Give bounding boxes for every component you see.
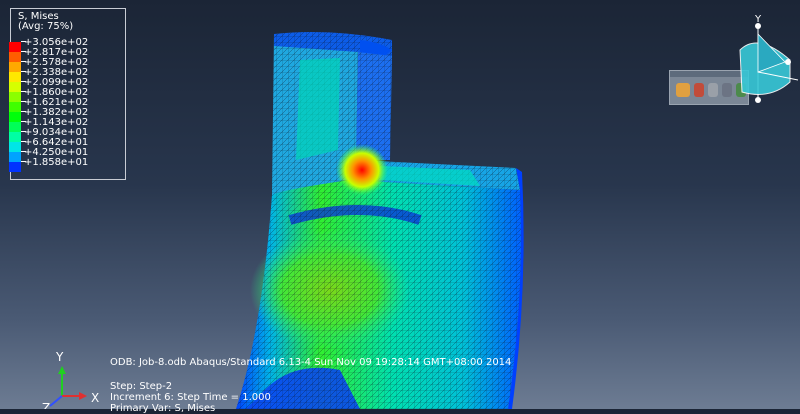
inner-flange (356, 52, 392, 160)
odb-info: ODB: Job-8.odb Abaqus/Standard 6.13-4 Su… (110, 357, 512, 368)
curved-shell (236, 180, 522, 409)
axis-z-label: Z (42, 401, 50, 409)
rotate-icon[interactable] (694, 83, 704, 97)
stress-hotspot (336, 144, 388, 196)
axis-y-label: Y (55, 350, 64, 364)
axis-x-label: X (91, 391, 99, 405)
step-info: Step: Step-2 (110, 381, 173, 392)
view-triad[interactable]: Y (730, 12, 800, 117)
global-axes: Y X Z (42, 350, 99, 409)
increment-info: Increment 6: Step Time = 1.000 (110, 392, 271, 403)
view-icon[interactable] (676, 83, 690, 97)
fem-model-viewport[interactable] (0, 0, 800, 409)
pan-icon[interactable] (708, 83, 718, 97)
